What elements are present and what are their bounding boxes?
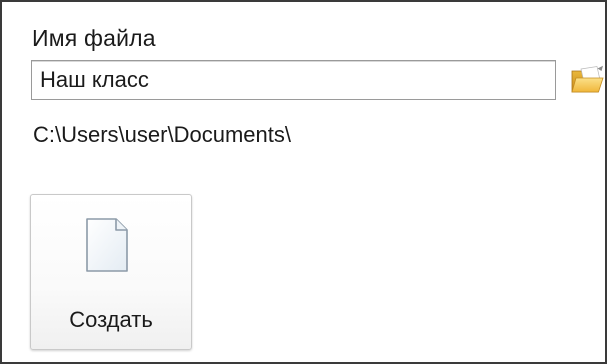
filename-label: Имя файла bbox=[32, 25, 156, 51]
create-button[interactable]: Создать bbox=[30, 194, 192, 350]
folder-open-icon bbox=[571, 65, 604, 93]
new-document-icon bbox=[86, 218, 128, 272]
save-path-text: C:\Users\user\Documents\ bbox=[33, 122, 291, 147]
browse-folder-button[interactable] bbox=[568, 62, 606, 98]
save-dialog-panel: Имя файла C:\Users\user\Documents\ bbox=[0, 0, 607, 364]
filename-input[interactable] bbox=[31, 60, 556, 100]
create-button-label: Создать bbox=[69, 307, 153, 332]
